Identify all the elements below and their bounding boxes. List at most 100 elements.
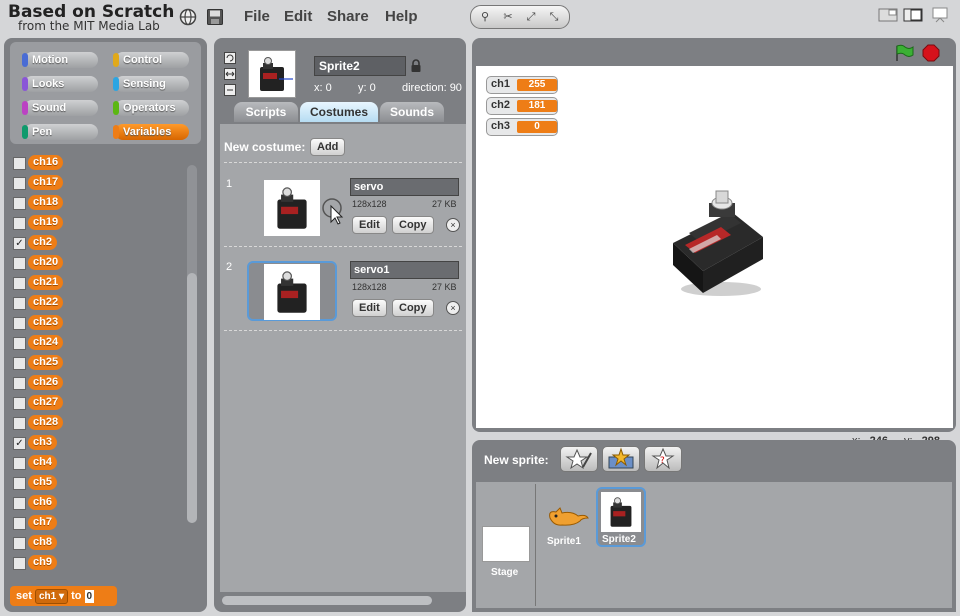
variable-reporter-block[interactable]: ch3 [28,435,57,450]
variable-monitor-ch3[interactable]: ch3 0 [486,118,558,136]
variable-monitor-checkbox[interactable] [13,357,26,370]
variable-reporter-block[interactable]: ch5 [28,475,57,490]
variable-monitor-checkbox[interactable]: ✓ [13,437,26,450]
variable-reporter-block[interactable]: ch28 [28,415,64,430]
set-variable-block[interactable]: set ch1 ▾ to 0 [10,586,117,606]
variable-reporter-block[interactable]: ch6 [28,495,57,510]
lock-icon[interactable] [410,59,422,73]
variable-monitor-checkbox[interactable] [13,457,26,470]
variable-monitor-checkbox[interactable] [13,497,26,510]
variable-reporter-block[interactable]: ch17 [28,175,64,190]
variable-monitor-checkbox[interactable] [13,557,26,570]
category-pen[interactable]: Pen [22,124,98,140]
variable-reporter-block[interactable]: ch24 [28,335,64,350]
variable-monitor-checkbox[interactable]: ✓ [13,237,26,250]
normal-stage-mode-icon[interactable] [903,7,923,23]
tab-scripts[interactable]: Scripts [234,102,298,122]
sprite-name-field[interactable]: Sprite2 [314,56,406,76]
green-flag-icon[interactable] [894,44,914,62]
tab-sounds[interactable]: Sounds [380,102,444,122]
flip-left-right-icon[interactable] [224,68,236,80]
category-variables[interactable]: Variables [113,124,189,140]
paint-new-sprite-button[interactable] [560,446,598,472]
costume-name-field[interactable]: servo1 [350,261,459,279]
stop-sign-icon[interactable] [922,44,940,62]
copy-costume-button[interactable]: Copy [392,299,434,317]
save-icon[interactable] [206,8,224,26]
menu-file[interactable]: File [244,8,270,25]
grow-icon[interactable]: ⤢ [522,8,540,26]
variable-monitor-checkbox[interactable] [13,417,26,430]
category-looks[interactable]: Looks [22,76,98,92]
variable-reporter-block[interactable]: ch8 [28,535,57,550]
variable-reporter-block[interactable]: ch19 [28,215,64,230]
palette-scroll-thumb[interactable] [187,273,197,523]
variable-reporter-block[interactable]: ch26 [28,375,64,390]
choose-sprite-from-file-button[interactable] [602,446,640,472]
stage-canvas[interactable]: ch1 255 ch2 181 ch3 0 [476,66,953,428]
menu-help[interactable]: Help [385,8,418,25]
variable-monitor-checkbox[interactable] [13,277,26,290]
variable-reporter-block[interactable]: ch16 [28,155,64,170]
variable-monitor-checkbox[interactable] [13,477,26,490]
variable-monitor-checkbox[interactable] [13,197,26,210]
edit-costume-button[interactable]: Edit [352,216,387,234]
rotate-all-icon[interactable] [224,52,236,64]
copy-costume-button[interactable]: Copy [392,216,434,234]
variable-reporter-block[interactable]: ch22 [28,295,64,310]
category-control[interactable]: Control [113,52,189,68]
variable-monitor-checkbox[interactable] [13,157,26,170]
set-value-field[interactable]: 0 [84,590,95,603]
shrink-icon[interactable]: ⤡ [545,8,563,26]
category-sound[interactable]: Sound [22,100,98,116]
variable-reporter-block[interactable]: ch20 [28,255,64,270]
variable-monitor-checkbox[interactable] [13,177,26,190]
variable-reporter-block[interactable]: ch23 [28,315,64,330]
menu-share[interactable]: Share [327,8,369,25]
variable-monitor-checkbox[interactable] [13,537,26,550]
costume-thumbnail-servo[interactable] [264,180,320,236]
small-stage-mode-icon[interactable] [878,7,898,23]
costume-thumbnail-servo1[interactable] [264,264,320,320]
delete-costume-icon[interactable]: × [446,218,460,232]
variable-monitor-checkbox[interactable] [13,397,26,410]
edit-costume-button[interactable]: Edit [352,299,387,317]
category-sensing[interactable]: Sensing [113,76,189,92]
variable-reporter-block[interactable]: ch18 [28,195,64,210]
variable-monitor-checkbox[interactable] [13,317,26,330]
costumes-horizontal-scrollbar[interactable] [222,596,432,605]
variable-reporter-block[interactable]: ch9 [28,555,57,570]
variable-monitor-ch1[interactable]: ch1 255 [486,76,558,94]
category-operators[interactable]: Operators [113,100,189,116]
sprite2-selected[interactable]: Sprite2 [596,487,646,547]
variable-monitor-checkbox[interactable] [13,517,26,530]
variable-reporter-block[interactable]: ch7 [28,515,57,530]
variable-monitor-ch2[interactable]: ch2 181 [486,97,558,115]
delete-costume-icon[interactable]: × [446,301,460,315]
variable-dropdown[interactable]: ch1 ▾ [34,589,69,604]
surprise-sprite-button[interactable]: ? [644,446,682,472]
variable-monitor-checkbox[interactable] [13,297,26,310]
delete-scissors-icon[interactable]: ✂ [499,8,517,26]
costume-name-field[interactable]: servo [350,178,459,196]
variable-monitor-checkbox[interactable] [13,217,26,230]
tab-costumes[interactable]: Costumes [300,102,378,122]
servo-sprite-image[interactable] [661,171,781,306]
duplicate-stamp-icon[interactable]: ⚲ [476,8,494,26]
variable-reporter-block[interactable]: ch21 [28,275,64,290]
variable-reporter-block[interactable]: ch25 [28,355,64,370]
variable-monitor-checkbox[interactable] [13,337,26,350]
stage-thumbnail[interactable] [482,526,530,562]
add-costume-button[interactable]: Add [310,138,346,156]
variable-reporter-block[interactable]: ch2 [28,235,57,250]
variable-monitor-checkbox[interactable] [13,257,26,270]
category-motion[interactable]: Motion [22,52,98,68]
cat-sprite-icon[interactable] [544,504,590,528]
no-rotate-icon[interactable] [224,84,236,96]
variable-monitor-checkbox[interactable] [13,377,26,390]
variable-reporter-block[interactable]: ch4 [28,455,57,470]
variable-reporter-block[interactable]: ch27 [28,395,64,410]
globe-icon[interactable] [179,8,197,26]
presentation-mode-icon[interactable] [930,7,950,23]
menu-edit[interactable]: Edit [284,8,312,25]
